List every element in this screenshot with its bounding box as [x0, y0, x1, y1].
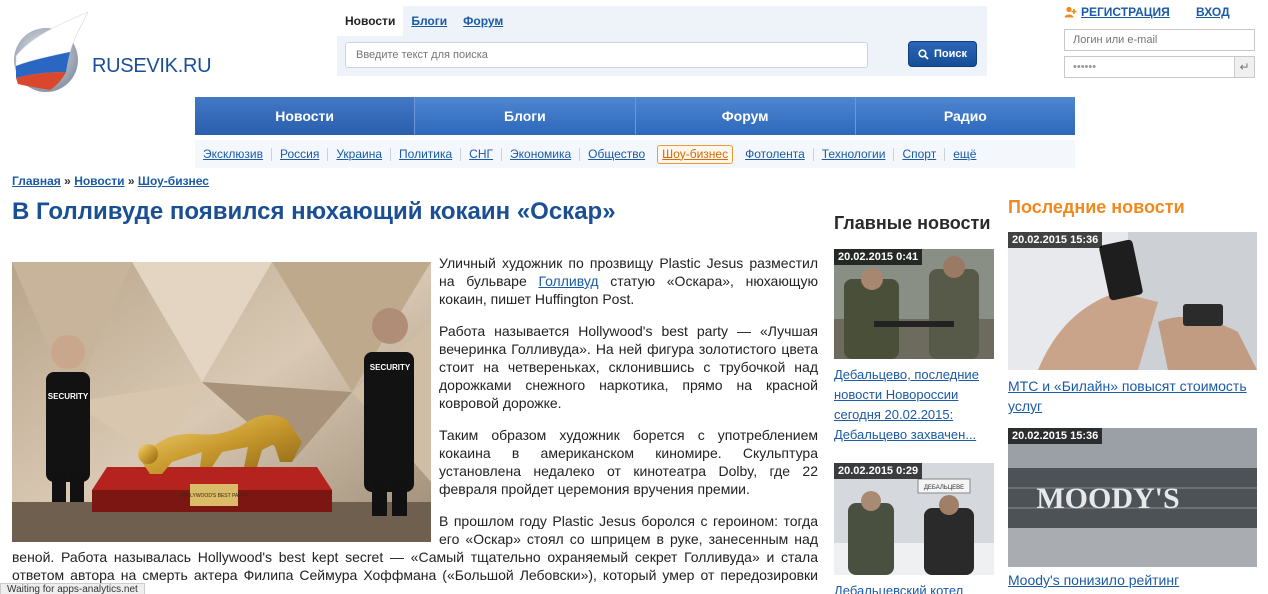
sub-nav: Эксклюзив Россия Украина Политика СНГ Эк…	[195, 140, 1075, 168]
sub-nav-cis[interactable]: СНГ	[461, 147, 503, 161]
sub-nav-exclusive[interactable]: Эксклюзив	[195, 147, 272, 161]
sub-nav-russia[interactable]: Россия	[272, 147, 329, 161]
latest-news-heading: Последние новости	[1008, 197, 1185, 217]
search-icon	[918, 48, 929, 60]
hollywood-link[interactable]: Голливуд	[538, 273, 598, 289]
latest-news-card[interactable]: MOODY'S 20.02.2015 15:36 Moody's понизил…	[1008, 428, 1257, 590]
plinth-plaque-text: HOLLYWOOD'S BEST PARTY	[180, 493, 249, 499]
search-panel: Новости Блоги Форум Поиск	[337, 6, 987, 76]
main-nav: Новости Блоги Форум Радио	[195, 97, 1075, 135]
sub-nav-photo[interactable]: Фотолента	[737, 147, 814, 161]
search-button-label: Поиск	[933, 48, 967, 60]
search-tabs: Новости Блоги Форум	[337, 6, 511, 36]
main-news-card[interactable]: ДЕБАЛЬЦЕВЕ 20.02.2015 0:29 Дебальцевский…	[834, 463, 994, 594]
sub-nav-politics[interactable]: Политика	[391, 147, 462, 161]
breadcrumb-news[interactable]: Новости	[74, 174, 124, 188]
search-button[interactable]: Поиск	[908, 41, 977, 67]
page-title: В Голливуде появился нюхающий кокаин «Ос…	[12, 198, 616, 225]
main-news-card[interactable]: 20.02.2015 0:41 Дебальцево, последние но…	[834, 249, 994, 445]
breadcrumb-home[interactable]: Главная	[12, 174, 61, 188]
security-shirt-text: SECURITY	[370, 363, 411, 372]
sub-nav-tech[interactable]: Технологии	[814, 147, 895, 161]
news-headline-link[interactable]: Дебальцево, последние новости Новороссии…	[834, 365, 994, 445]
sub-nav-more[interactable]: ещё	[945, 147, 984, 161]
news-date: 20.02.2015 0:29	[834, 463, 923, 479]
breadcrumb-separator: »	[64, 174, 71, 188]
flag-globe-icon	[14, 11, 89, 92]
news-headline-link[interactable]: Moody's понизило рейтинг	[1008, 570, 1257, 590]
sub-nav-ukraine[interactable]: Украина	[328, 147, 392, 161]
security-shirt-text: SECURITY	[48, 392, 89, 401]
article-photo: HOLLYWOOD'S BEST PARTY SECURITY SECURITY	[12, 262, 431, 542]
news-headline-link[interactable]: МТС и «Билайн» повысят стоимость услуг	[1008, 376, 1257, 416]
register-label: РЕГИСТРАЦИЯ	[1081, 5, 1170, 19]
news-thumbnail[interactable]: 20.02.2015 15:36	[1008, 232, 1257, 370]
road-sign-text: ДЕБАЛЬЦЕВЕ	[924, 485, 964, 491]
enter-icon: ↵	[1239, 60, 1250, 74]
sub-nav-showbiz[interactable]: Шоу-бизнес	[657, 144, 734, 164]
sub-nav-sport[interactable]: Спорт	[894, 147, 946, 161]
moodys-sign-text: MOODY'S	[1036, 482, 1179, 515]
add-user-icon	[1064, 6, 1077, 18]
sub-nav-economy[interactable]: Экономика	[502, 147, 581, 161]
breadcrumb-showbiz[interactable]: Шоу-бизнес	[138, 174, 209, 188]
login-link[interactable]: ВХОД	[1196, 5, 1230, 19]
latest-news-card[interactable]: 20.02.2015 15:36 МТС и «Билайн» повысят …	[1008, 232, 1257, 416]
news-thumbnail[interactable]: 20.02.2015 0:41	[834, 249, 994, 359]
main-news-heading: Главные новости	[834, 213, 991, 233]
site-logo[interactable]: RUSEVIK.RU	[10, 8, 220, 98]
main-nav-blogs[interactable]: Блоги	[415, 97, 636, 135]
news-thumbnail[interactable]: ДЕБАЛЬЦЕВЕ 20.02.2015 0:29	[834, 463, 994, 575]
login-submit-button[interactable]: ↵	[1234, 57, 1254, 77]
news-date: 20.02.2015 15:36	[1008, 428, 1103, 444]
breadcrumb-separator: »	[127, 174, 135, 188]
news-date: 20.02.2015 15:36	[1008, 232, 1103, 248]
auth-links: РЕГИСТРАЦИЯ ВХОД	[1064, 5, 1254, 23]
search-tab-forum[interactable]: Форум	[455, 6, 511, 36]
main-nav-forum[interactable]: Форум	[636, 97, 856, 135]
main-nav-radio[interactable]: Радио	[856, 97, 1075, 135]
breadcrumb: Главная » Новости » Шоу-бизнес	[12, 174, 209, 188]
main-nav-news[interactable]: Новости	[195, 97, 416, 135]
news-headline-link[interactable]: Дебальцевский котел	[834, 581, 994, 594]
logo-text: RUSEVIK.RU	[92, 55, 212, 77]
login-input[interactable]	[1064, 29, 1255, 51]
register-link[interactable]: РЕГИСТРАЦИЯ	[1064, 5, 1170, 19]
password-input[interactable]	[1064, 56, 1255, 78]
search-tab-news[interactable]: Новости	[337, 6, 404, 36]
search-tab-blogs[interactable]: Блоги	[403, 6, 455, 36]
search-input[interactable]	[345, 42, 868, 68]
news-thumbnail[interactable]: MOODY'S 20.02.2015 15:36	[1008, 428, 1257, 567]
browser-status-bar: Waiting for apps-analytics.net	[0, 583, 145, 594]
sub-nav-society[interactable]: Общество	[580, 147, 653, 161]
news-date: 20.02.2015 0:41	[834, 249, 923, 265]
